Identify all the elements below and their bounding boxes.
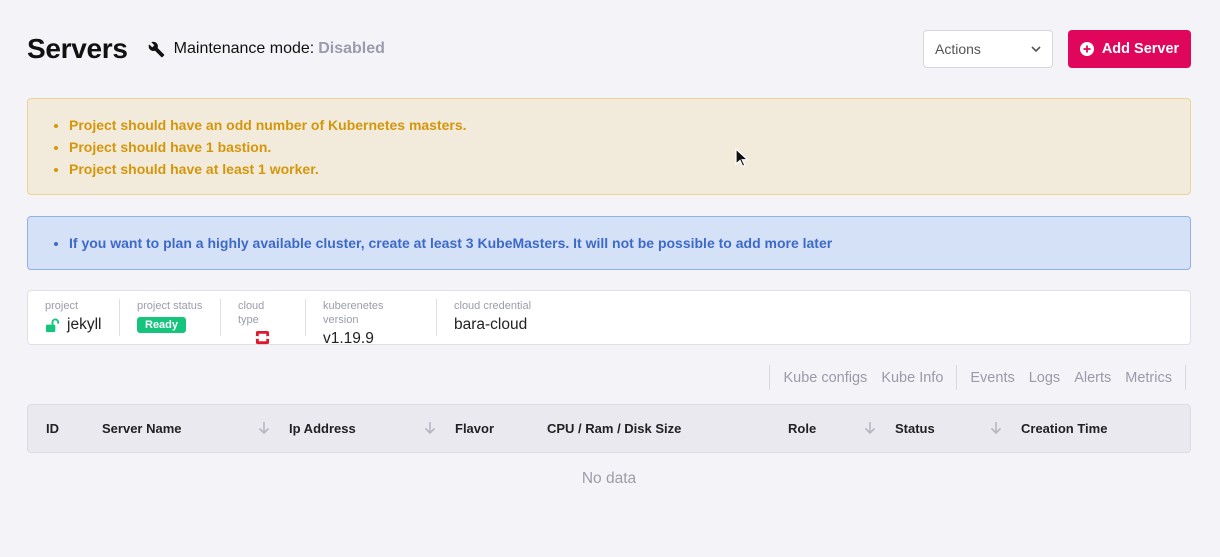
- k8s-version-value: v1.19.9: [323, 330, 374, 347]
- column-server-name[interactable]: Server Name: [102, 405, 182, 452]
- cloud-credential-cell: cloud credential bara-cloud: [437, 299, 548, 336]
- tab-alerts[interactable]: Alerts: [1067, 370, 1118, 386]
- chevron-down-icon: [1031, 46, 1041, 53]
- project-info-bar: project jekyll project status Ready clou…: [27, 290, 1191, 347]
- column-id[interactable]: ID: [46, 405, 59, 452]
- project-cell: project jekyll: [28, 299, 120, 336]
- tab-group-kube: Kube configs Kube Info: [769, 365, 956, 390]
- column-role[interactable]: Role: [788, 405, 816, 452]
- openstack-icon: [255, 330, 270, 345]
- sort-arrow-icon[interactable]: [863, 420, 877, 436]
- add-server-label: Add Server: [1101, 41, 1180, 57]
- tab-group-monitoring: Events Logs Alerts Metrics: [956, 365, 1186, 390]
- column-flavor[interactable]: Flavor: [455, 405, 494, 452]
- warning-alert: Project should have an odd number of Kub…: [27, 98, 1191, 195]
- sort-arrow-icon[interactable]: [257, 420, 271, 436]
- sort-arrow-icon[interactable]: [989, 420, 1003, 436]
- project-name: jekyll: [67, 316, 102, 333]
- unlock-icon: [45, 318, 60, 332]
- k8s-version-label: kuberenetes version: [323, 300, 384, 326]
- project-status-cell: project status Ready: [120, 299, 221, 336]
- warning-item: Project should have at least 1 worker.: [69, 158, 1190, 180]
- tab-metrics[interactable]: Metrics: [1118, 370, 1179, 386]
- cloud-type-cell: cloud type: [221, 299, 306, 345]
- project-status-label: project status: [137, 300, 203, 312]
- cloud-type-label: cloud type: [238, 300, 265, 326]
- tab-logs[interactable]: Logs: [1022, 370, 1067, 386]
- info-item: If you want to plan a highly available c…: [69, 232, 1190, 254]
- mouse-cursor-icon: [735, 148, 749, 168]
- tab-kube-configs[interactable]: Kube configs: [776, 370, 874, 386]
- servers-table-header: ID Server Name Ip Address Flavor CPU / R…: [27, 404, 1191, 453]
- cloud-credential-label: cloud credential: [454, 300, 532, 312]
- maintenance-value[interactable]: Disabled: [318, 40, 385, 58]
- project-value[interactable]: jekyll: [45, 316, 102, 334]
- empty-state-text: No data: [581, 470, 637, 487]
- tab-kube-info[interactable]: Kube Info: [874, 370, 950, 386]
- actions-label: Actions: [935, 41, 981, 57]
- column-status[interactable]: Status: [895, 405, 935, 452]
- add-server-button[interactable]: Add Server: [1068, 30, 1191, 68]
- cloud-credential-value[interactable]: bara-cloud: [454, 316, 531, 334]
- column-cpu-ram-disk[interactable]: CPU / Ram / Disk Size: [547, 405, 681, 452]
- sort-arrow-icon[interactable]: [423, 420, 437, 436]
- tab-events[interactable]: Events: [963, 370, 1021, 386]
- page-title: Servers: [27, 33, 128, 64]
- info-alert: If you want to plan a highly available c…: [27, 216, 1191, 270]
- column-ip-address[interactable]: Ip Address: [289, 405, 356, 452]
- cloud-type-value: [238, 330, 288, 345]
- k8s-version-cell: kuberenetes version v1.19.9: [306, 299, 437, 347]
- warning-item: Project should have an odd number of Kub…: [69, 114, 1190, 136]
- page-header: Servers Maintenance mode: Disabled Actio…: [27, 30, 1191, 68]
- maintenance-mode: Maintenance mode: Disabled: [148, 40, 385, 58]
- warning-item: Project should have 1 bastion.: [69, 136, 1190, 158]
- project-label: project: [45, 300, 79, 312]
- server-tabs: Kube configs Kube Info Events Logs Alert…: [769, 365, 1186, 390]
- wrench-icon: [148, 41, 164, 57]
- column-creation-time[interactable]: Creation Time: [1021, 405, 1107, 452]
- status-badge: Ready: [137, 317, 187, 333]
- plus-circle-icon: [1079, 42, 1094, 56]
- maintenance-label: Maintenance mode:: [173, 40, 315, 57]
- actions-select[interactable]: Actions: [923, 30, 1053, 68]
